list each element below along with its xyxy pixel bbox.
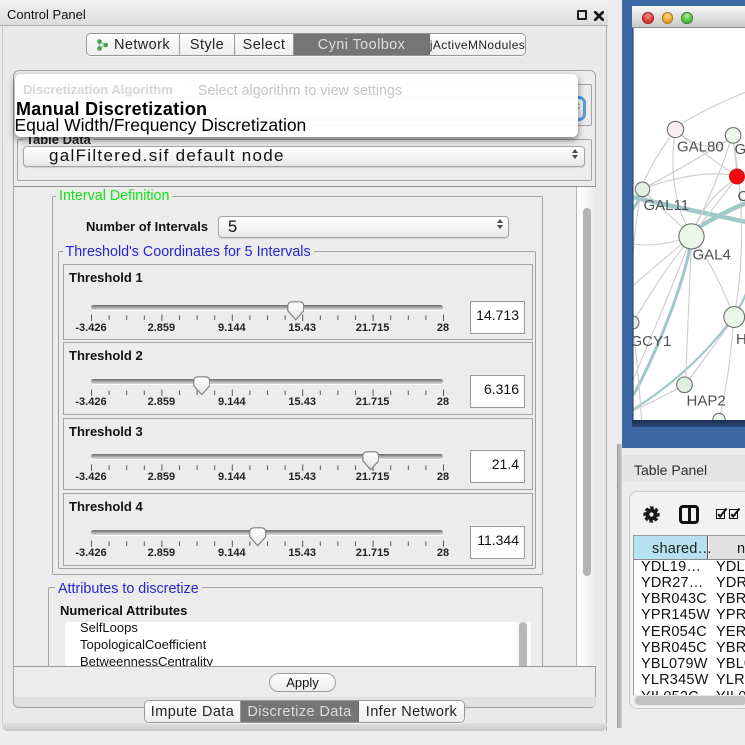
svg-text:G.: G. xyxy=(734,141,745,158)
svg-text:HAP2: HAP2 xyxy=(686,393,725,410)
svg-text:H: H xyxy=(736,331,745,348)
svg-text:GCY1: GCY1 xyxy=(632,333,671,350)
svg-text:GAL80: GAL80 xyxy=(677,139,724,156)
svg-text:GAL11: GAL11 xyxy=(643,197,689,214)
svg-text:C: C xyxy=(737,188,745,205)
svg-text:GAL4: GAL4 xyxy=(692,247,730,264)
